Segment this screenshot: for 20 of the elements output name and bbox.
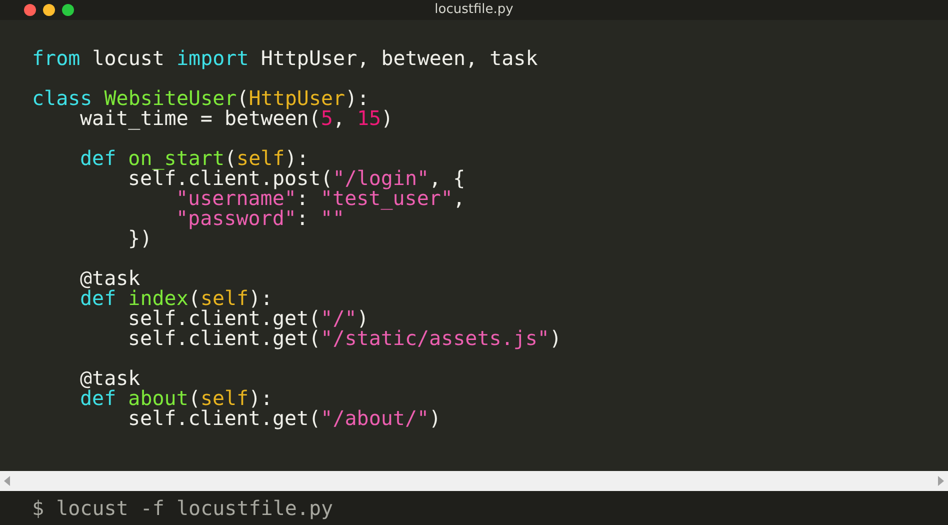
code-line: def on_start(self): (80, 145, 309, 168)
minimize-icon[interactable] (43, 4, 55, 16)
code-line: class WebsiteUser(HttpUser): (32, 85, 370, 108)
code-line: }) (128, 228, 152, 248)
code-line: self.client.post("/login", { (128, 168, 466, 188)
terminal-command: $ locust -f locustfile.py (32, 497, 334, 519)
code-line: self.client.get("/about/") (128, 408, 442, 428)
code-line: @task (80, 365, 140, 388)
code-line: "username": "test_user", (176, 188, 466, 208)
code-line: self.client.get("/static/assets.js") (128, 328, 562, 348)
code-line: self.client.get("/") (128, 308, 369, 328)
code-line: "password": "" (176, 208, 345, 228)
code-line: @task (80, 265, 140, 288)
code-line: from locust import HttpUser, between, task (32, 48, 538, 68)
close-icon[interactable] (24, 4, 36, 16)
window-title: locustfile.py (434, 2, 514, 18)
code-line: def index(self): (80, 288, 273, 308)
code-line: wait_time = between(5, 15) (80, 108, 394, 128)
code-line: def about(self): (80, 388, 273, 408)
maximize-icon[interactable] (62, 4, 74, 16)
